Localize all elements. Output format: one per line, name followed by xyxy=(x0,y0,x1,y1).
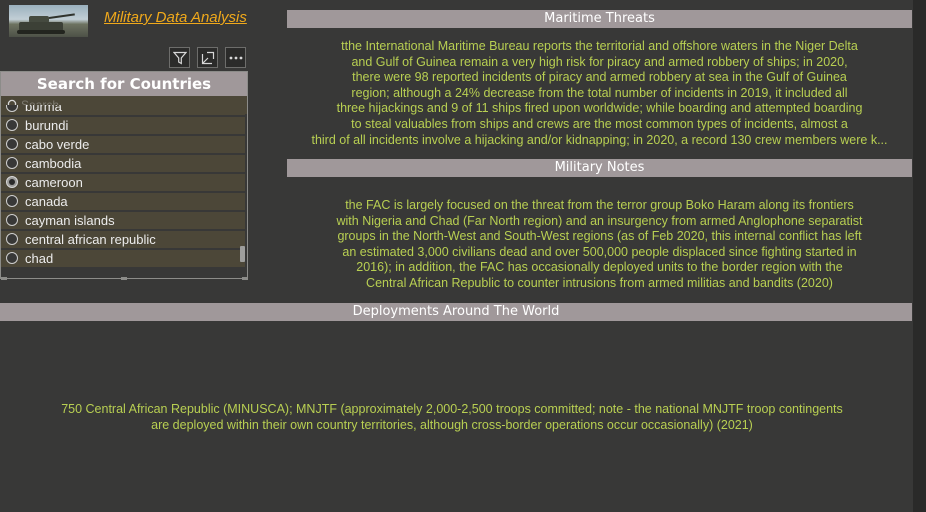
text-line: region; although a 24% decrease from the… xyxy=(351,85,848,100)
slicer-item[interactable]: burma xyxy=(1,105,245,115)
slicer-item-label: central african republic xyxy=(25,232,156,247)
radio-icon[interactable] xyxy=(6,105,18,112)
tank-logo-icon xyxy=(9,5,88,37)
radio-icon[interactable] xyxy=(6,195,18,207)
slicer-item[interactable]: chad xyxy=(1,250,245,267)
slicer-item-label: burma xyxy=(25,105,62,114)
slicer-item[interactable]: cabo verde xyxy=(1,136,245,153)
radio-icon[interactable] xyxy=(6,119,18,131)
deployments-text: 750 Central African Republic (MINUSCA); … xyxy=(0,402,904,433)
slicer-item-label: canada xyxy=(25,194,68,209)
slicer-item-label: chad xyxy=(25,251,54,266)
slicer-item-label: burundi xyxy=(25,118,69,133)
deployments-header: Deployments Around The World xyxy=(0,303,912,321)
radio-icon[interactable] xyxy=(6,252,18,264)
military-notes-header: Military Notes xyxy=(287,159,912,177)
slicer-item[interactable]: canada xyxy=(1,193,245,210)
focus-mode-icon[interactable] xyxy=(197,47,218,68)
text-line: tthe International Maritime Bureau repor… xyxy=(341,39,858,53)
resize-handle[interactable] xyxy=(1,277,7,280)
slicer-item[interactable]: cambodia xyxy=(1,155,245,172)
radio-icon[interactable] xyxy=(6,214,18,226)
more-options-icon[interactable] xyxy=(225,47,246,68)
slicer-item[interactable]: burundi xyxy=(1,117,245,134)
resize-handle[interactable] xyxy=(121,277,127,280)
maritime-threats-text: tthe International Maritime Bureau repor… xyxy=(287,39,912,148)
slicer-item[interactable]: cameroon xyxy=(1,174,245,191)
radio-selected-icon[interactable] xyxy=(6,176,18,188)
text-line: the FAC is largely focused on the threat… xyxy=(345,198,854,212)
text-line: three hijackings and 9 of 11 ships fired… xyxy=(336,101,863,116)
resize-handle[interactable] xyxy=(242,277,248,280)
slicer-item[interactable]: cayman islands xyxy=(1,212,245,229)
slicer-scrollbar[interactable] xyxy=(240,246,245,262)
slicer-item[interactable]: central african republic xyxy=(1,231,245,248)
text-line: are deployed within their own country te… xyxy=(151,417,753,432)
country-list: burma burundi cabo verde cambodia cameroon ca… xyxy=(1,105,247,278)
window-edge xyxy=(913,0,926,512)
slicer-title: Search for Countries xyxy=(1,72,247,96)
radio-icon[interactable] xyxy=(6,157,18,169)
page-title-link[interactable]: Military Data Analysis xyxy=(104,9,247,26)
country-slicer: Search for Countries burma burundi cabo ve… xyxy=(0,71,248,279)
text-line: 750 Central African Republic (MINUSCA); … xyxy=(61,402,843,416)
maritime-threats-header: Maritime Threats xyxy=(287,10,912,28)
text-line: third of all incidents involve a hijacki… xyxy=(311,132,888,147)
radio-icon[interactable] xyxy=(6,138,18,150)
slicer-item-label: cambodia xyxy=(25,156,82,171)
text-line: there were 98 reported incidents of pira… xyxy=(352,70,847,85)
slicer-item-label: cameroon xyxy=(25,175,83,190)
text-line: 2016); in addition, the FAC has occasion… xyxy=(356,260,843,275)
text-line: to steal valuables from ships and crews … xyxy=(351,116,848,131)
text-line: an estimated 3,000 civilians dead and ov… xyxy=(342,244,857,259)
military-notes-text: the FAC is largely focused on the threat… xyxy=(287,198,912,292)
text-line: with Nigeria and Chad (Far North region)… xyxy=(336,213,863,228)
text-line: Central African Republic to counter intr… xyxy=(366,275,833,290)
text-line: and Gulf of Guinea remain a very high ri… xyxy=(351,54,848,69)
slicer-item-label: cayman islands xyxy=(25,213,115,228)
filter-icon[interactable] xyxy=(169,47,190,68)
slicer-item-label: cabo verde xyxy=(25,137,90,152)
text-line: groups in the North-West and South-West … xyxy=(337,229,862,244)
radio-icon[interactable] xyxy=(6,233,18,245)
